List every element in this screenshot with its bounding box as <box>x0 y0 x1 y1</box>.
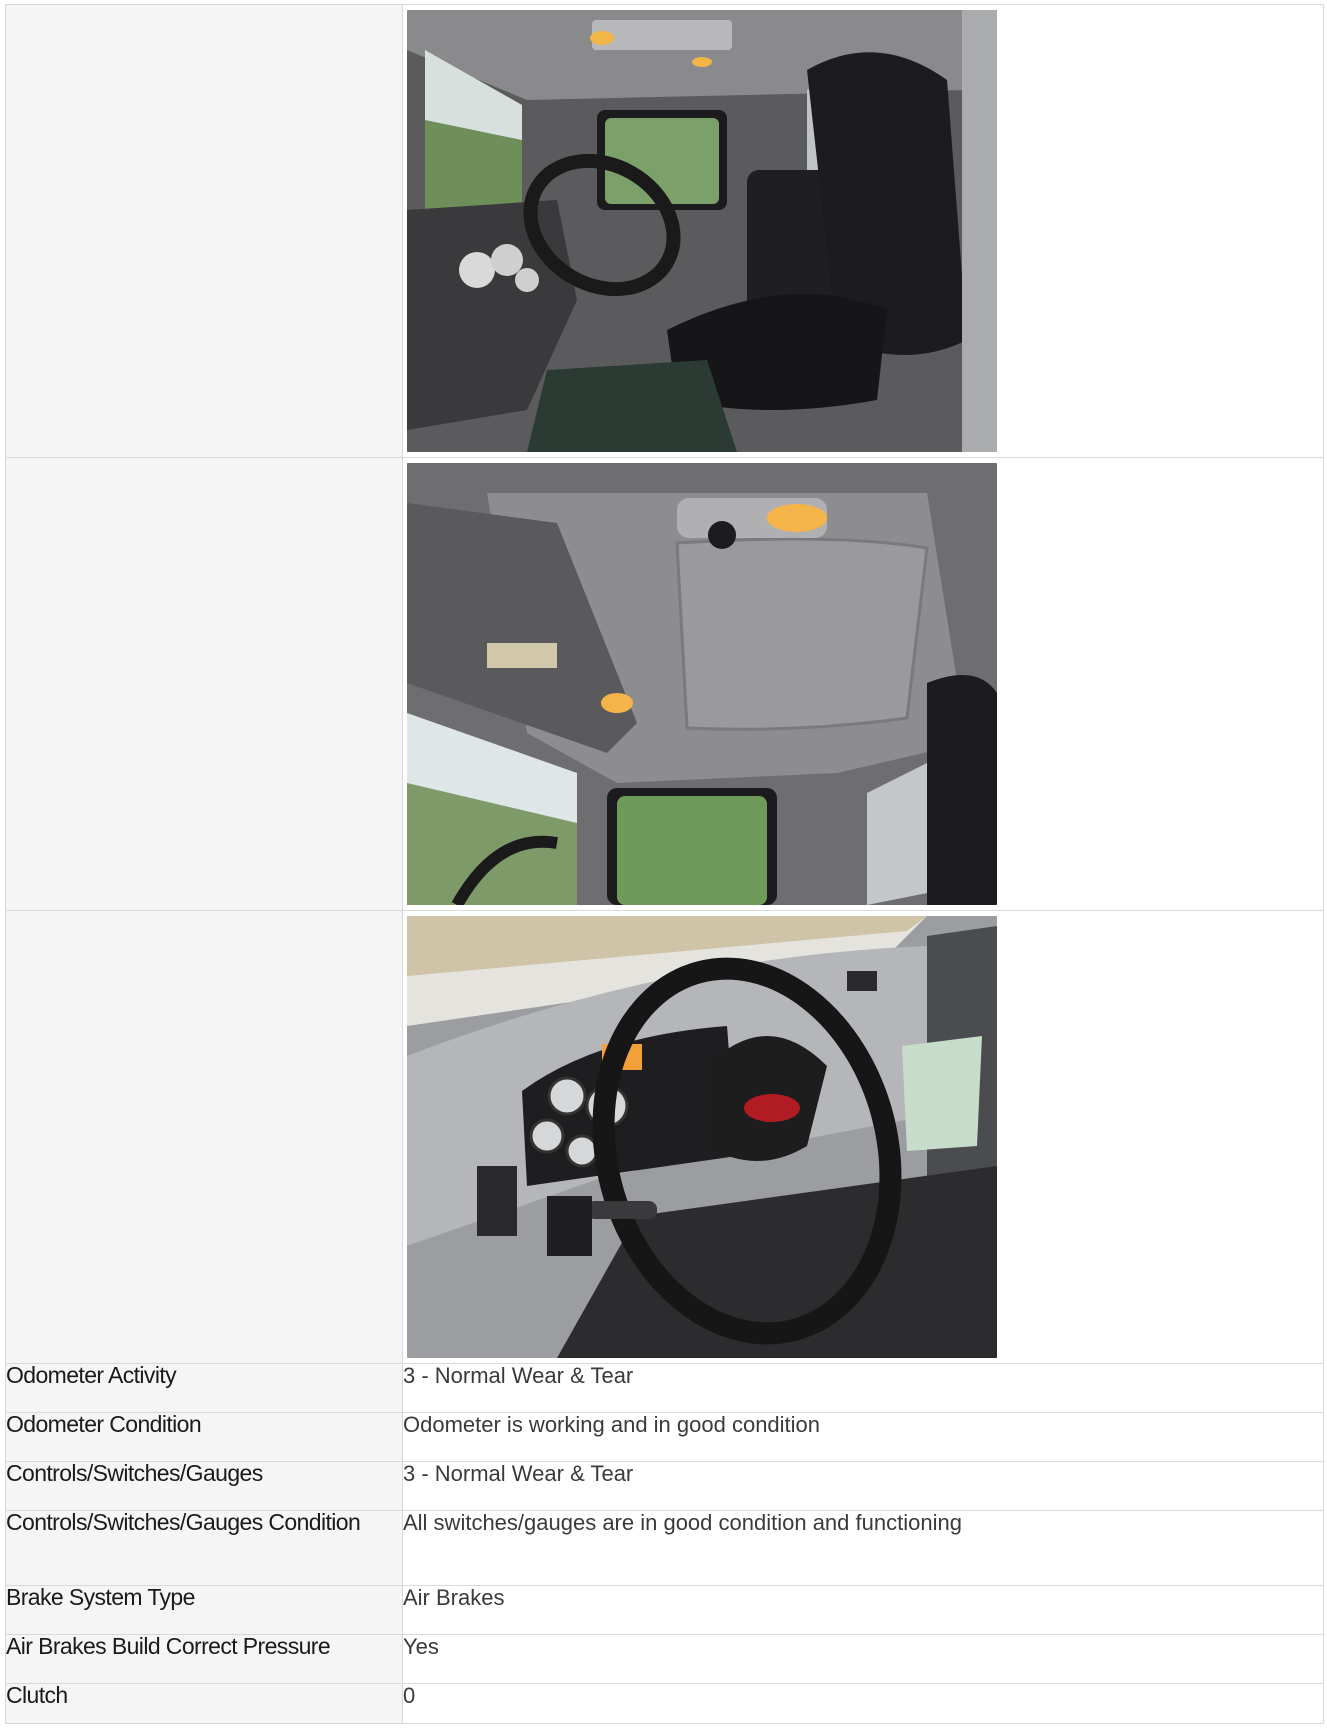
controls-switches-gauges-condition-label: Controls/Switches/Gauges Condition <box>5 1510 403 1586</box>
photo-label-cell <box>5 910 403 1364</box>
odometer-condition-value: Odometer is working and in good conditio… <box>402 1412 1324 1462</box>
odometer-activity-value: 3 - Normal Wear & Tear <box>402 1363 1324 1413</box>
table-row: Clutch 0 <box>5 1683 1324 1724</box>
clutch-value: 0 <box>402 1683 1324 1724</box>
photo-row <box>5 457 1324 911</box>
truck-cab-headliner-photo[interactable] <box>407 463 997 905</box>
inspection-table: Odometer Activity 3 - Normal Wear & Tear… <box>5 4 1324 1724</box>
table-row: Brake System Type Air Brakes <box>5 1585 1324 1635</box>
table-row: Controls/Switches/Gauges Condition All s… <box>5 1510 1324 1586</box>
table-row: Controls/Switches/Gauges 3 - Normal Wear… <box>5 1461 1324 1511</box>
table-row: Odometer Condition Odometer is working a… <box>5 1412 1324 1462</box>
odometer-activity-label: Odometer Activity <box>5 1363 403 1413</box>
controls-switches-gauges-label: Controls/Switches/Gauges <box>5 1461 403 1511</box>
odometer-condition-label: Odometer Condition <box>5 1412 403 1462</box>
truck-cab-interior-seats-photo[interactable] <box>407 10 997 452</box>
table-row: Air Brakes Build Correct Pressure Yes <box>5 1634 1324 1684</box>
photo-label-cell <box>5 457 403 911</box>
photo-row <box>5 4 1324 458</box>
photo-row <box>5 910 1324 1364</box>
truck-dashboard-steering-wheel-photo[interactable] <box>407 916 997 1358</box>
brake-system-type-label: Brake System Type <box>5 1585 403 1635</box>
photo-cell <box>402 910 1324 1364</box>
photo-cell <box>402 4 1324 458</box>
clutch-label: Clutch <box>5 1683 403 1724</box>
table-row: Odometer Activity 3 - Normal Wear & Tear <box>5 1363 1324 1413</box>
photo-label-cell <box>5 4 403 458</box>
controls-switches-gauges-condition-value: All switches/gauges are in good conditio… <box>402 1510 1324 1586</box>
brake-system-type-value: Air Brakes <box>402 1585 1324 1635</box>
air-brakes-pressure-value: Yes <box>402 1634 1324 1684</box>
controls-switches-gauges-value: 3 - Normal Wear & Tear <box>402 1461 1324 1511</box>
photo-cell <box>402 457 1324 911</box>
air-brakes-pressure-label: Air Brakes Build Correct Pressure <box>5 1634 403 1684</box>
